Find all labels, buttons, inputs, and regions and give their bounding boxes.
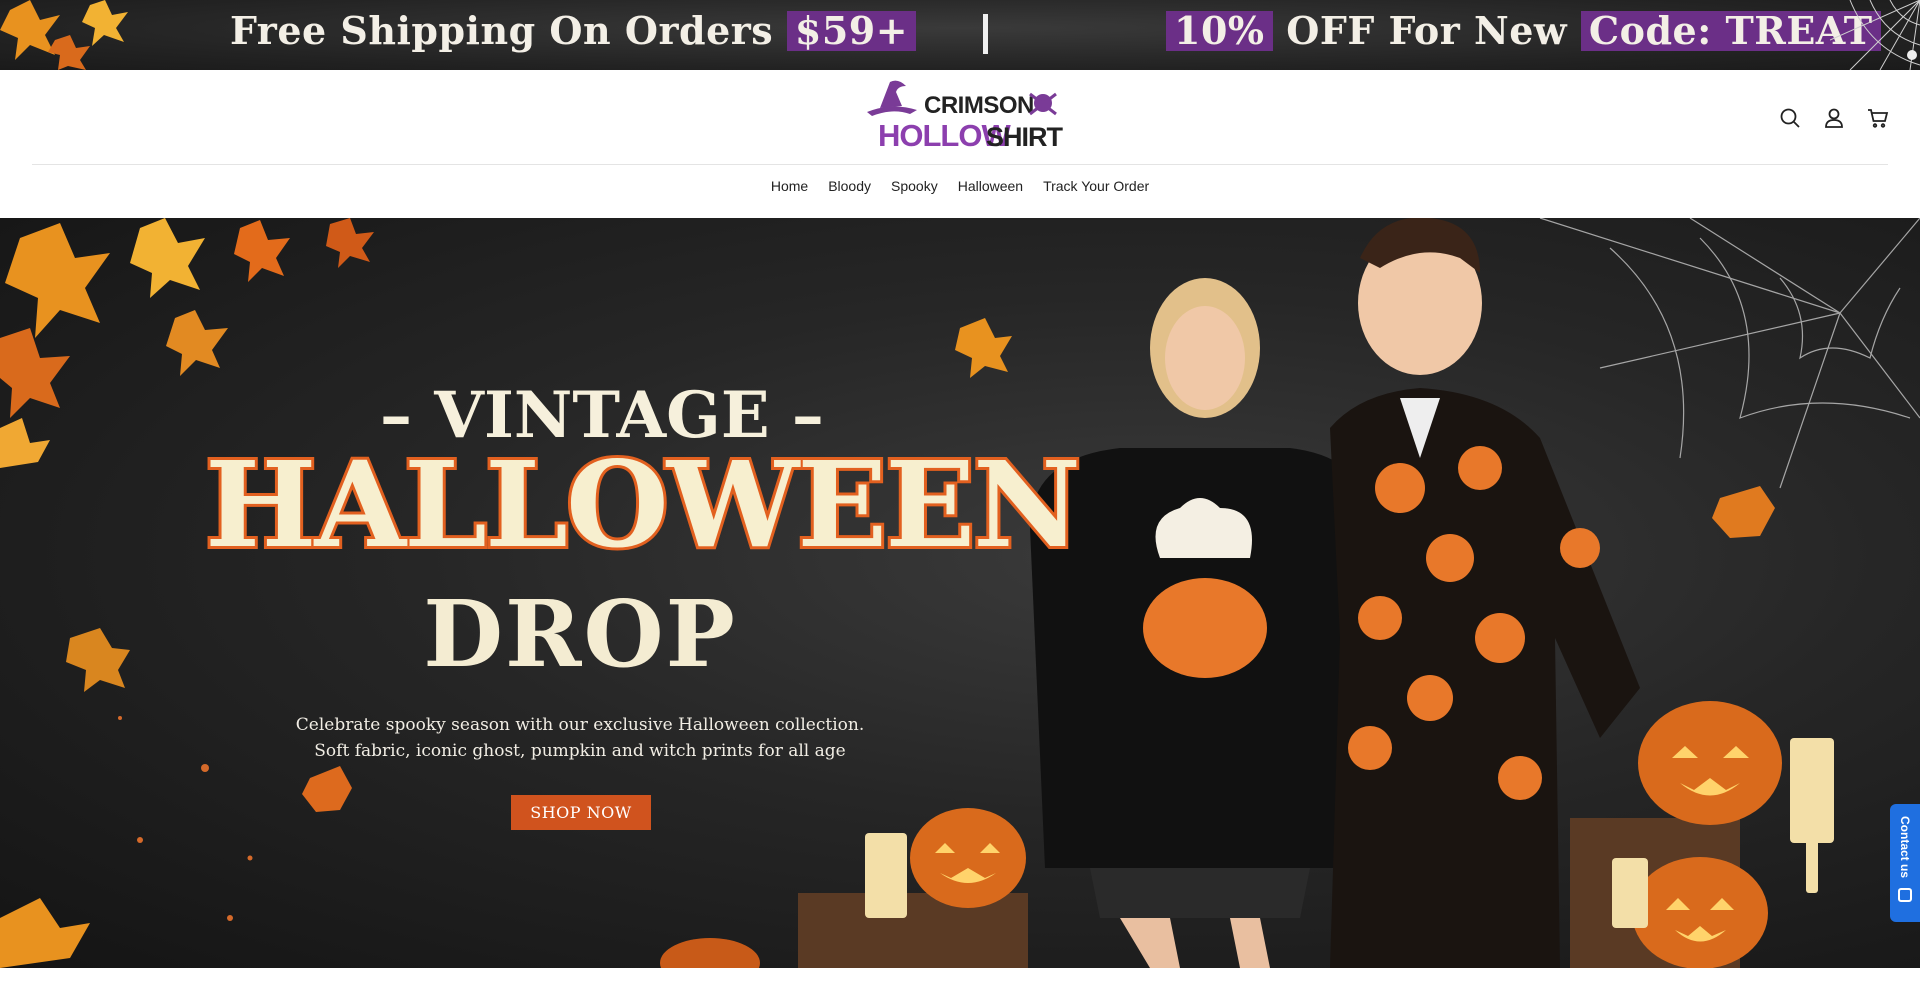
nav-item-home[interactable]: Home [771,178,808,194]
free-shipping-label: Free Shipping On Orders [230,8,774,53]
hero-title-halloween: HALLOWEEN [202,435,1084,574]
search-icon[interactable] [1778,106,1802,130]
hero-banner: – VINTAGE – HALLOWEEN DROP Celebrate spo… [0,218,1920,968]
candle-left [865,833,907,918]
chat-icon [1898,888,1912,903]
nav-item-track-order[interactable]: Track Your Order [1043,178,1149,194]
discount-label: OFF For New [1286,8,1568,53]
header-icons [1778,106,1890,130]
logo-line3: SHIRT [986,122,1063,152]
spider-web-icon [1830,0,1920,70]
nav-item-spooky[interactable]: Spooky [891,178,938,194]
shop-now-button[interactable]: SHOP NOW [511,795,651,830]
contact-us-tab[interactable]: Contact us [1890,804,1920,922]
announcement-divider [983,14,988,54]
model-woman [1030,278,1375,968]
logo-line1: CRIMSON [924,92,1034,119]
nav-item-halloween[interactable]: Halloween [958,178,1023,194]
header-divider [32,164,1888,165]
cart-icon[interactable] [1866,106,1890,130]
site-logo[interactable]: CRIMSON HOLLOW SHIRT [862,78,1063,158]
discount-percent-badge: 10% [1166,11,1273,51]
wooden-crate-left [798,893,1028,968]
spider-web-large [1539,218,1920,489]
announcement-bar: Free Shipping On Orders $59+ 10% OFF For… [0,0,1920,70]
pumpkin-left [910,808,1026,908]
hero-description-line2: Soft fabric, iconic ghost, pumpkin and w… [314,741,846,761]
hero-background-art [0,218,1920,968]
skull-icon [1029,92,1057,116]
contact-us-label: Contact us [1898,816,1912,879]
witch-hat-icon [867,80,917,116]
nav-item-bloody[interactable]: Bloody [828,178,871,194]
main-nav: Home Bloody Spooky Halloween Track Your … [0,178,1920,194]
discount-text: 10% OFF For New Code: TREAT [1166,8,1881,53]
hero-title-drop: DROP [423,580,737,688]
free-shipping-badge: $59+ [786,11,917,51]
free-shipping-text: Free Shipping On Orders $59+ [230,8,917,53]
hero-description-line1: Celebrate spooky season with our exclusi… [295,715,865,735]
autumn-leaves-decoration [0,0,128,70]
site-header: CRIMSON HOLLOW SHIRT Home Bloody Spooky … [0,70,1920,218]
pumpkin-bottom [660,938,760,968]
account-icon[interactable] [1822,106,1846,130]
autumn-leaves-top-left [0,218,374,468]
